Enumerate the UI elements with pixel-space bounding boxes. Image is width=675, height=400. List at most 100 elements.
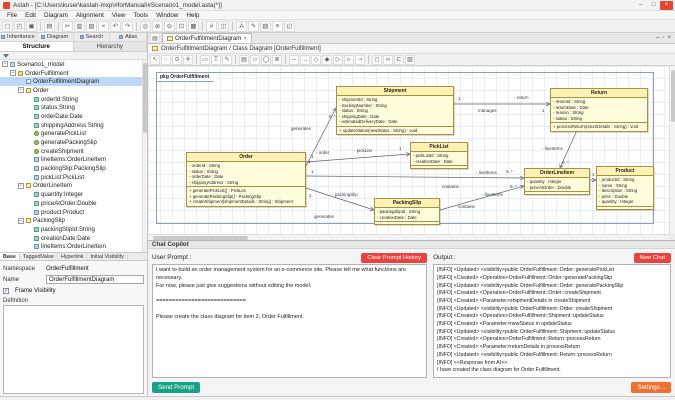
tab-inheritance[interactable]: Inheritance <box>0 33 37 41</box>
enum-icon[interactable]: ≣ <box>272 55 282 65</box>
select-arrow-icon[interactable]: ↖ <box>150 55 160 65</box>
font-color-icon[interactable]: A <box>236 21 247 32</box>
menu-tools[interactable]: Tools <box>129 12 152 19</box>
image-icon[interactable]: ▧ <box>405 55 415 65</box>
new-chat-button[interactable]: New Chat <box>634 253 671 263</box>
tree-item-priceatorder-double[interactable]: priceAtOrder:Double <box>0 199 147 208</box>
tree-item-packingslip-packingslip[interactable]: packingSlip:PackingSlip <box>0 164 147 173</box>
tab-structure[interactable]: Structure <box>0 42 74 51</box>
delete-icon[interactable]: × <box>98 21 109 32</box>
zoom-in-icon[interactable]: ⊕ <box>152 21 163 32</box>
class-product[interactable]: Product- productId : String- name : Stri… <box>596 166 654 210</box>
tab-orderfulfillmentdiagram[interactable]: OrderFulfillmentDiagram × <box>162 33 252 43</box>
prompt-input[interactable]: I want to build an order management syst… <box>152 264 427 378</box>
generalization-icon[interactable]: ▷ <box>333 55 343 65</box>
grid-icon[interactable]: # <box>206 21 217 32</box>
pane-minimize-icon[interactable]: – <box>656 35 659 41</box>
tab-taggedvalue[interactable]: TaggedValue <box>20 253 58 260</box>
note-icon[interactable]: ▭ <box>200 55 210 65</box>
composition-icon[interactable]: ◆ <box>322 55 332 65</box>
aggregation-icon[interactable]: ◇ <box>311 55 321 65</box>
send-prompt-button[interactable]: Send Prompt <box>152 382 200 393</box>
tree-item-lineitems-orderlineitem[interactable]: lineItems:OrderLineItem <box>0 242 147 251</box>
tab-hierarchy[interactable]: Hierarchy <box>74 42 148 51</box>
tree-item-orderdate-date[interactable]: orderDate:Date <box>0 112 147 121</box>
tree-item-quantity-integer[interactable]: quantity:Integer <box>0 190 147 199</box>
edge-packingslip-orderlineitem[interactable] <box>440 186 524 210</box>
map-view-icon[interactable]: ◫ <box>218 21 229 32</box>
redo-icon[interactable]: ↷ <box>122 21 133 32</box>
menu-file[interactable]: File <box>3 12 21 19</box>
layer-icon[interactable]: ◱ <box>284 21 295 32</box>
name-field[interactable]: OrderFulfillmentDiagram <box>46 275 144 284</box>
text-icon[interactable]: T <box>211 55 221 65</box>
tab-alias[interactable]: Alias <box>110 33 147 41</box>
tree-item-status-string[interactable]: status:String <box>0 103 147 112</box>
new-file-icon[interactable]: ▢ <box>2 21 13 32</box>
menu-window[interactable]: Window <box>152 12 182 19</box>
canvas-vertical-scrollbar[interactable] <box>669 66 675 234</box>
tab-search[interactable]: Search <box>74 33 111 41</box>
zoom-100-icon[interactable]: ▦ <box>188 21 199 32</box>
diagram-list-icon[interactable]: ▤ <box>150 33 160 43</box>
class-orderlineitem[interactable]: OrderLineItem- quantity : Integer- price… <box>524 168 590 195</box>
instance-icon[interactable]: ◻ <box>372 55 382 65</box>
maximize-button[interactable]: □ <box>647 1 660 10</box>
line-color-icon[interactable]: ✎ <box>248 21 259 32</box>
tree-item-lineitems-orderlineitem[interactable]: lineItems:OrderLineItem <box>0 156 147 165</box>
open-project-icon[interactable]: ◰ <box>14 21 25 32</box>
tree-item-packingslip[interactable]: −PackingSlip <box>0 216 147 225</box>
tree-item-creationdate-date[interactable]: creationDate:Date <box>0 234 147 243</box>
tree-toggle-icon[interactable]: − <box>18 183 24 189</box>
tab-base[interactable]: Base <box>0 253 20 260</box>
tree-item-orderid-string[interactable]: orderId:String <box>0 95 147 104</box>
tree-scrollbar-thumb[interactable] <box>143 63 147 133</box>
pan-hand-icon[interactable]: ✛ <box>183 55 193 65</box>
pane-close-icon[interactable]: × <box>667 35 671 41</box>
minimize-button[interactable]: – <box>634 1 647 10</box>
close-button[interactable]: × <box>660 1 673 10</box>
tab-initial-visibility[interactable]: Initial Visibility <box>87 253 127 260</box>
undo-icon[interactable]: ↶ <box>110 21 121 32</box>
class-picklist[interactable]: PickList- pickListId : String- creationD… <box>410 142 468 169</box>
menu-diagram[interactable]: Diagram <box>40 12 72 19</box>
tree-item-scenario1-model[interactable]: −Scenario1_model <box>0 60 147 69</box>
dependency-icon[interactable]: ⇢ <box>355 55 365 65</box>
settings-button[interactable]: Settings... <box>631 382 671 393</box>
tree-toggle-icon[interactable]: − <box>18 218 24 224</box>
class-packingslip[interactable]: PackingSlip- packingSlipId : String- cre… <box>374 198 440 225</box>
menu-edit[interactable]: Edit <box>21 12 40 19</box>
association-icon[interactable]: ─ <box>289 55 299 65</box>
tab-diagram[interactable]: Diagram <box>37 33 74 41</box>
copy-icon[interactable]: ▥ <box>74 21 85 32</box>
directed-association-icon[interactable]: → <box>300 55 310 65</box>
frame-visibility-checkbox[interactable]: ✓ <box>3 288 9 294</box>
tree-item-product-product[interactable]: product:Product <box>0 208 147 217</box>
tree-item-order[interactable]: −Order <box>0 86 147 95</box>
tree-toggle-icon[interactable]: − <box>10 70 16 76</box>
tree-item-shippingaddress-string[interactable]: shippingAddress:String <box>0 121 147 130</box>
menu-view[interactable]: View <box>108 12 130 19</box>
tree-item-generatepackingslip[interactable]: generatePackingSlip <box>0 138 147 147</box>
pane-maximize-icon[interactable]: ▫ <box>662 35 664 41</box>
tree-toggle-icon[interactable]: − <box>18 87 24 93</box>
edge-order-orderlineitem[interactable] <box>306 176 524 178</box>
class-shipment[interactable]: Shipment- shipmentId : String- trackingN… <box>336 86 454 135</box>
canvas-vertical-thumb[interactable] <box>671 70 675 122</box>
tree-item-picklist-picklist[interactable]: pickList:PickList <box>0 173 147 182</box>
fill-color-icon[interactable]: ▨ <box>260 21 271 32</box>
print-icon[interactable]: ▤ <box>44 21 55 32</box>
tab-close-icon[interactable]: × <box>243 36 247 42</box>
zoom-out-icon[interactable]: ⊖ <box>164 21 175 32</box>
link-icon[interactable]: ∞ <box>383 55 393 65</box>
cut-icon[interactable]: ✂ <box>62 21 73 32</box>
magnifier-icon[interactable]: ⊙ <box>172 55 182 65</box>
align-icon[interactable]: ≡ <box>272 21 283 32</box>
tree-item-packingslipid-string[interactable]: packingSlipId:String <box>0 225 147 234</box>
tree-item-generatepicklist[interactable]: generatePickList <box>0 130 147 139</box>
class-order[interactable]: Order- orderId : String- status : String… <box>186 152 306 207</box>
tree-toggle-icon[interactable]: − <box>2 61 8 67</box>
search-icon[interactable]: ◎ <box>140 21 151 32</box>
definition-field[interactable] <box>3 305 144 394</box>
tree-item-createshipment[interactable]: createShipment <box>0 147 147 156</box>
